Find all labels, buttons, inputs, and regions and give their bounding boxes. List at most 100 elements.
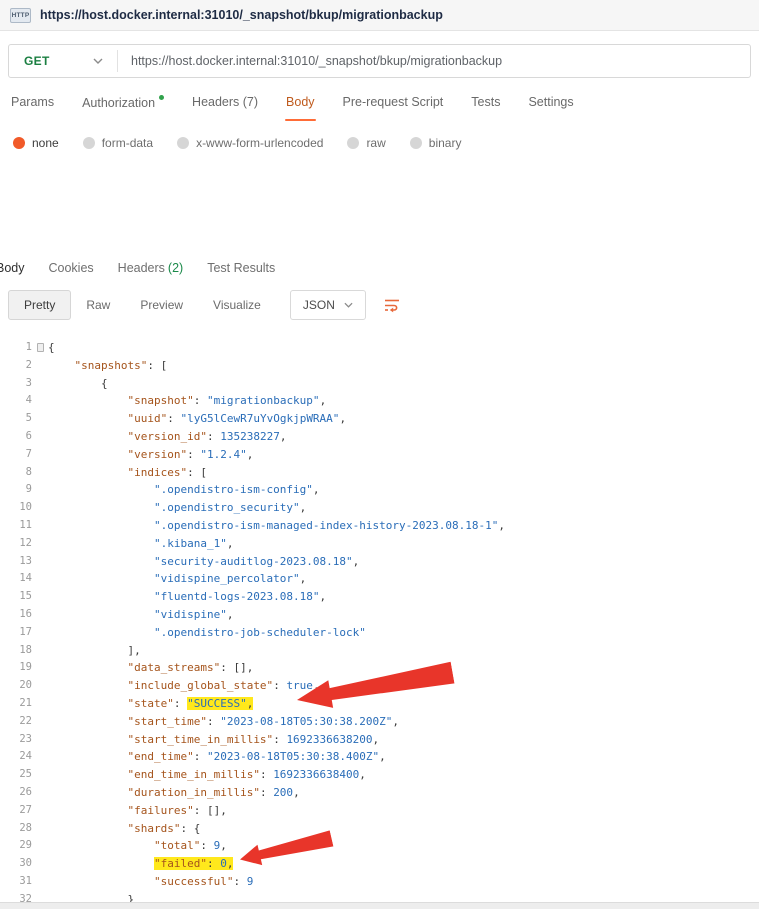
code-line: 3 { [0, 375, 759, 393]
fold-column [32, 748, 48, 766]
request-tab-headers-7[interactable]: Headers (7) [192, 95, 258, 121]
fold-column [32, 784, 48, 802]
response-tab-cookies[interactable]: Cookies [49, 261, 94, 275]
tab-label: Body [286, 95, 315, 109]
code-text: "uuid": "lyG5lCewR7uYvOgkjpWRAA", [48, 410, 346, 428]
bottom-scrollbar-area[interactable] [0, 902, 759, 909]
code-text: "start_time": "2023-08-18T05:30:38.200Z"… [48, 713, 399, 731]
line-number: 13 [0, 553, 32, 571]
line-number: 1 [0, 339, 32, 357]
code-text: "failures": [], [48, 802, 227, 820]
code-text: ".opendistro-job-scheduler-lock" [48, 624, 366, 642]
request-tab-tests[interactable]: Tests [471, 95, 500, 121]
view-mode-raw[interactable]: Raw [71, 290, 125, 320]
view-mode-visualize[interactable]: Visualize [198, 290, 276, 320]
tab-label: Body [0, 261, 25, 275]
response-tab-body[interactable]: Body [0, 261, 25, 275]
code-line: 29 "total": 9, [0, 837, 759, 855]
code-line: 6 "version_id": 135238227, [0, 428, 759, 446]
response-tab-headers[interactable]: Headers(2) [118, 261, 184, 275]
fold-column [32, 802, 48, 820]
fold-column [32, 339, 48, 357]
tab-label: Authorization [82, 96, 155, 110]
format-dropdown[interactable]: JSON [290, 290, 366, 320]
body-type-raw[interactable]: raw [347, 136, 385, 150]
line-number: 10 [0, 499, 32, 517]
code-text: ], [48, 642, 141, 660]
line-number: 8 [0, 464, 32, 482]
code-text: "duration_in_millis": 200, [48, 784, 300, 802]
radio-icon [410, 137, 422, 149]
fold-column [32, 624, 48, 642]
code-line: 28 "shards": { [0, 820, 759, 838]
response-tab-test-results[interactable]: Test Results [207, 261, 275, 275]
code-line: 9 ".opendistro-ism-config", [0, 481, 759, 499]
fold-column [32, 659, 48, 677]
line-number: 30 [0, 855, 32, 873]
code-text: "successful": 9 [48, 873, 253, 891]
fold-icon[interactable] [37, 343, 44, 352]
code-text: "include_global_state": true, [48, 677, 320, 695]
request-panel: GET https://host.docker.internal:31010/_… [0, 31, 759, 164]
code-text: "total": 9, [48, 837, 227, 855]
tab-label: Pre-request Script [343, 95, 444, 109]
code-line: 25 "end_time_in_millis": 1692336638400, [0, 766, 759, 784]
fold-column [32, 820, 48, 838]
code-line: 8 "indices": [ [0, 464, 759, 482]
line-number: 6 [0, 428, 32, 446]
body-type-label: form-data [102, 136, 153, 150]
fold-column [32, 535, 48, 553]
response-view-bar: PrettyRawPreviewVisualize JSON [0, 282, 759, 330]
line-number: 20 [0, 677, 32, 695]
code-line: 21 "state": "SUCCESS", [0, 695, 759, 713]
fold-column [32, 713, 48, 731]
code-line: 1{ [0, 339, 759, 357]
method-label: GET [24, 54, 50, 68]
url-row: GET https://host.docker.internal:31010/_… [8, 44, 751, 78]
code-line: 7 "version": "1.2.4", [0, 446, 759, 464]
code-text: "vidispine", [48, 606, 233, 624]
code-text: "end_time_in_millis": 1692336638400, [48, 766, 366, 784]
fold-column [32, 481, 48, 499]
code-text: "security-auditlog-2023.08.18", [48, 553, 359, 571]
response-body-json: 1{2 "snapshots": [3 {4 "snapshot": "migr… [0, 330, 759, 909]
code-text: "data_streams": [], [48, 659, 253, 677]
request-tab-authorization[interactable]: Authorization [82, 95, 164, 121]
body-type-binary[interactable]: binary [410, 136, 462, 150]
line-number: 23 [0, 731, 32, 749]
code-text: "indices": [ [48, 464, 207, 482]
fold-column [32, 499, 48, 517]
method-select[interactable]: GET [9, 45, 117, 77]
request-tab-body[interactable]: Body [286, 95, 315, 121]
code-text: "version_id": 135238227, [48, 428, 286, 446]
line-number: 31 [0, 873, 32, 891]
body-type-none[interactable]: none [13, 136, 59, 150]
request-tab-pre-request-script[interactable]: Pre-request Script [343, 95, 444, 121]
url-input[interactable]: https://host.docker.internal:31010/_snap… [118, 45, 750, 77]
code-line: 30 "failed": 0, [0, 855, 759, 873]
fold-column [32, 873, 48, 891]
view-mode-preview[interactable]: Preview [125, 290, 198, 320]
tab-label: Params [11, 95, 54, 109]
tab-label: Tests [471, 95, 500, 109]
view-mode-pretty[interactable]: Pretty [8, 290, 71, 320]
body-type-x-www-form-urlencoded[interactable]: x-www-form-urlencoded [177, 136, 323, 150]
tab-label: Headers [118, 261, 165, 275]
request-tab-settings[interactable]: Settings [528, 95, 573, 121]
tab-label: Cookies [49, 261, 94, 275]
fold-column [32, 855, 48, 873]
line-number: 12 [0, 535, 32, 553]
wrap-text-icon[interactable] [383, 297, 401, 314]
body-type-label: binary [429, 136, 462, 150]
code-line: 23 "start_time_in_millis": 1692336638200… [0, 731, 759, 749]
line-number: 18 [0, 642, 32, 660]
body-type-form-data[interactable]: form-data [83, 136, 153, 150]
line-number: 5 [0, 410, 32, 428]
code-text: "end_time": "2023-08-18T05:30:38.400Z", [48, 748, 386, 766]
code-line: 2 "snapshots": [ [0, 357, 759, 375]
code-line: 26 "duration_in_millis": 200, [0, 784, 759, 802]
radio-selected-icon [13, 137, 25, 149]
code-text: "vidispine_percolator", [48, 570, 306, 588]
line-number: 9 [0, 481, 32, 499]
request-tab-params[interactable]: Params [11, 95, 54, 121]
